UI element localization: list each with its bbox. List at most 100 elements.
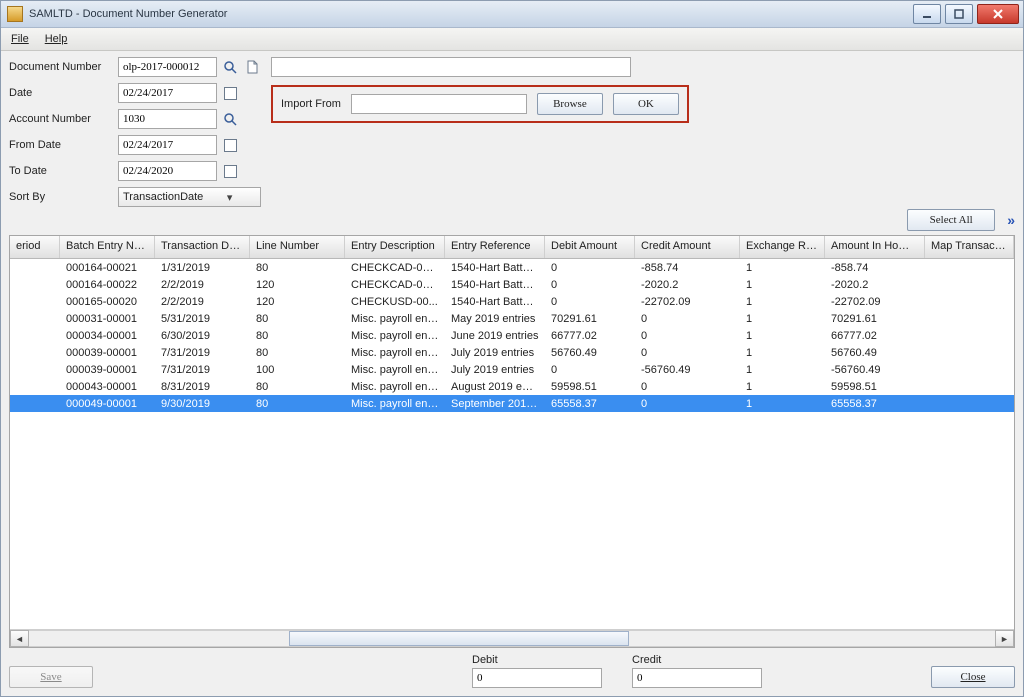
menu-help[interactable]: Help <box>39 31 74 47</box>
transactions-grid: eriodBatch Entry Nu...Transaction DateLi… <box>9 235 1015 648</box>
col-header[interactable]: Exchange Rate <box>740 236 825 258</box>
cell: June 2019 entries <box>445 330 545 342</box>
debit-total-input[interactable] <box>472 668 602 688</box>
from-date-label: From Date <box>9 139 114 151</box>
close-button[interactable] <box>977 4 1019 24</box>
ok-button[interactable]: OK <box>613 93 679 115</box>
table-row[interactable]: 000039-000017/31/2019100Misc. payroll en… <box>10 361 1014 378</box>
cell: 65558.37 <box>545 398 635 410</box>
scroll-track[interactable] <box>29 630 995 647</box>
app-window: SAMLTD - Document Number Generator File … <box>0 0 1024 697</box>
maximize-icon <box>954 9 964 19</box>
scroll-right-button[interactable]: ► <box>995 630 1014 647</box>
description-input[interactable] <box>271 57 631 77</box>
cell: 000043-00001 <box>60 381 155 393</box>
cell: 0 <box>635 347 740 359</box>
import-from-group: Import From Browse OK <box>271 85 689 123</box>
menu-file[interactable]: File <box>5 31 35 47</box>
cell: Misc. payroll entr... <box>345 364 445 376</box>
scroll-thumb[interactable] <box>289 631 629 646</box>
from-date-picker-button[interactable] <box>221 136 239 154</box>
to-date-input[interactable] <box>118 161 217 181</box>
cell: July 2019 entries <box>445 364 545 376</box>
table-row[interactable]: 000165-000202/2/2019120CHECKUSD-00...154… <box>10 293 1014 310</box>
col-header[interactable]: Credit Amount <box>635 236 740 258</box>
magnifier-icon <box>223 60 237 74</box>
table-row[interactable]: 000043-000018/31/201980Misc. payroll ent… <box>10 378 1014 395</box>
calendar-icon <box>224 139 237 152</box>
col-header[interactable]: Map Transaction <box>925 236 1014 258</box>
doc-number-input[interactable] <box>118 57 217 77</box>
cell: 0 <box>635 398 740 410</box>
table-row[interactable]: 000164-000211/31/201980CHECKCAD-000...15… <box>10 259 1014 276</box>
save-button[interactable]: Save <box>9 666 93 688</box>
cell: 1540-Hart Batter... <box>445 279 545 291</box>
cell: 2/2/2019 <box>155 279 250 291</box>
more-arrows-icon[interactable]: » <box>1003 212 1015 228</box>
cell: 5/31/2019 <box>155 313 250 325</box>
cell: -858.74 <box>825 262 925 274</box>
cell: 000049-00001 <box>60 398 155 410</box>
cell: 7/31/2019 <box>155 347 250 359</box>
cell: -22702.09 <box>825 296 925 308</box>
cell: 80 <box>250 313 345 325</box>
sort-by-combo[interactable]: TransactionDate ▾ <box>118 187 261 207</box>
date-input[interactable] <box>118 83 217 103</box>
cell: -2020.2 <box>635 279 740 291</box>
table-row[interactable]: 000034-000016/30/201980Misc. payroll ent… <box>10 327 1014 344</box>
col-header[interactable]: Debit Amount <box>545 236 635 258</box>
date-picker-button[interactable] <box>221 84 239 102</box>
cell: 000034-00001 <box>60 330 155 342</box>
col-header[interactable]: Batch Entry Nu... <box>60 236 155 258</box>
grid-header: eriodBatch Entry Nu...Transaction DateLi… <box>10 236 1014 259</box>
cell: July 2019 entries <box>445 347 545 359</box>
import-path-input[interactable] <box>351 94 527 114</box>
cell: 65558.37 <box>825 398 925 410</box>
menu-help-label: Help <box>45 33 68 45</box>
import-from-label: Import From <box>281 98 341 110</box>
col-header[interactable]: eriod <box>10 236 60 258</box>
col-header[interactable]: Entry Description <box>345 236 445 258</box>
footer: Save Debit Credit Close <box>9 648 1015 688</box>
calendar-icon <box>224 87 237 100</box>
cell: 1 <box>740 347 825 359</box>
col-header[interactable]: Amount In Home... <box>825 236 925 258</box>
maximize-button[interactable] <box>945 4 973 24</box>
cell: 56760.49 <box>545 347 635 359</box>
cell: September 2019... <box>445 398 545 410</box>
cell: CHECKUSD-00... <box>345 296 445 308</box>
account-input[interactable] <box>118 109 217 129</box>
doc-number-label: Document Number <box>9 61 114 73</box>
minimize-button[interactable] <box>913 4 941 24</box>
close-app-button[interactable]: Close <box>931 666 1015 688</box>
table-row[interactable]: 000049-000019/30/201980Misc. payroll ent… <box>10 395 1014 412</box>
col-header[interactable]: Transaction Date <box>155 236 250 258</box>
cell: 000165-00020 <box>60 296 155 308</box>
credit-total-input[interactable] <box>632 668 762 688</box>
browse-button[interactable]: Browse <box>537 93 603 115</box>
col-header[interactable]: Entry Reference <box>445 236 545 258</box>
cell: 1 <box>740 381 825 393</box>
cell: 000164-00022 <box>60 279 155 291</box>
table-row[interactable]: 000164-000222/2/2019120CHECKCAD-000...15… <box>10 276 1014 293</box>
select-all-button[interactable]: Select All <box>907 209 995 231</box>
grid-body[interactable]: 000164-000211/31/201980CHECKCAD-000...15… <box>10 259 1014 629</box>
grid-hscrollbar[interactable]: ◄ ► <box>10 629 1014 647</box>
cell: -858.74 <box>635 262 740 274</box>
app-icon <box>7 6 23 22</box>
doc-lookup-button[interactable] <box>221 58 239 76</box>
cell: 7/31/2019 <box>155 364 250 376</box>
cell: 1/31/2019 <box>155 262 250 274</box>
credit-label: Credit <box>632 654 782 666</box>
cell: 80 <box>250 398 345 410</box>
from-date-input[interactable] <box>118 135 217 155</box>
to-date-picker-button[interactable] <box>221 162 239 180</box>
cell: 80 <box>250 381 345 393</box>
cell: 1540-Hart Batter... <box>445 262 545 274</box>
new-doc-button[interactable] <box>243 58 261 76</box>
scroll-left-button[interactable]: ◄ <box>10 630 29 647</box>
table-row[interactable]: 000031-000015/31/201980Misc. payroll ent… <box>10 310 1014 327</box>
col-header[interactable]: Line Number <box>250 236 345 258</box>
table-row[interactable]: 000039-000017/31/201980Misc. payroll ent… <box>10 344 1014 361</box>
account-lookup-button[interactable] <box>221 110 239 128</box>
